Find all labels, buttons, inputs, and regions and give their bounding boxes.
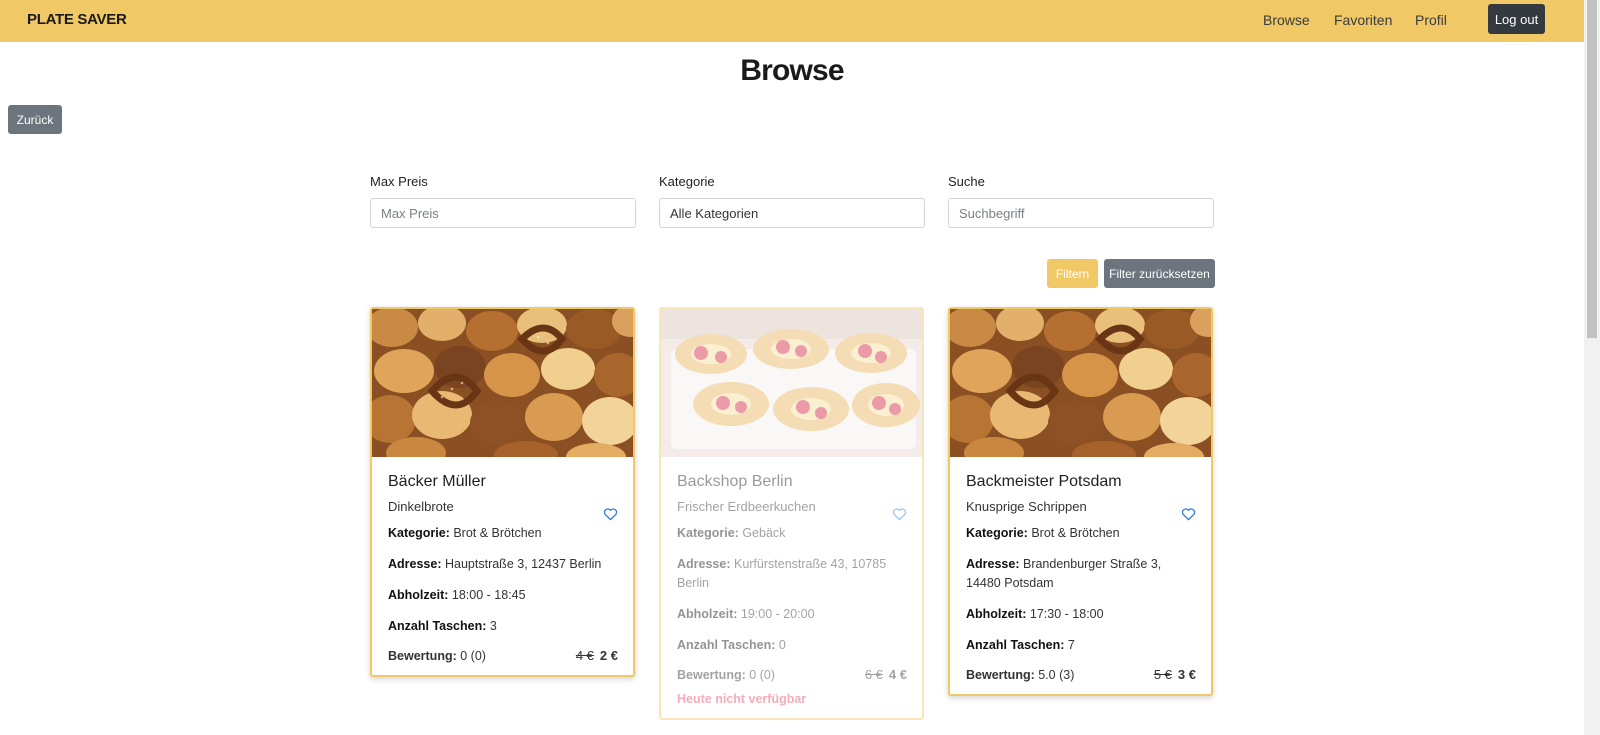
card-subtitle: Dinkelbrote (388, 499, 454, 514)
rating-value: 0 (0) (749, 667, 775, 682)
heart-icon[interactable] (1181, 507, 1196, 521)
bags-value: 0 (778, 638, 786, 652)
pickup-value: 19:00 - 20:00 (740, 607, 815, 621)
bread-assortment-image (372, 309, 633, 457)
card-title: Backshop Berlin (677, 473, 793, 490)
category-field-label: Kategorie: (966, 526, 1028, 540)
card-subtitle: Frischer Erdbeerkuchen (677, 499, 816, 514)
offer-card[interactable]: Backmeister Potsdam Knusprige Schrippen … (948, 307, 1213, 696)
max-price-input[interactable]: Max Preis (370, 198, 636, 228)
card-category: Kategorie: Brot & Brötchen (966, 524, 1196, 543)
page-title: Browse (740, 54, 844, 87)
nav-link-favoriten[interactable]: Favoriten (1334, 12, 1392, 28)
address-value: Hauptstraße 3, 12437 Berlin (444, 557, 602, 571)
bags-value: 7 (1067, 638, 1075, 652)
old-price: 6 € (864, 667, 883, 682)
nav-link-profil[interactable]: Profil (1415, 12, 1447, 28)
price: 5 € 3 € (1154, 667, 1196, 682)
bags-value: 3 (489, 619, 497, 633)
rating-value: 5.0 (3) (1038, 667, 1075, 682)
card-bags: Anzahl Taschen: 3 (388, 617, 618, 636)
strawberry-pastry-image (661, 309, 922, 457)
card-rating-row: Bewertung: 5.0 (3) 5 € 3 € (966, 667, 1196, 682)
category-field-label: Kategorie: (677, 526, 739, 540)
bags-field-label: Anzahl Taschen: (966, 638, 1065, 652)
bags-field-label: Anzahl Taschen: (388, 619, 487, 633)
category-value: Gebäck (742, 526, 786, 540)
search-label: Suche (948, 174, 985, 189)
nav-link-browse[interactable]: Browse (1263, 12, 1310, 28)
heart-icon[interactable] (892, 507, 907, 521)
card-address: Adresse: Kurfürstenstraße 43, 10785 Berl… (677, 555, 907, 593)
card-title: Bäcker Müller (388, 473, 486, 490)
card-rating-row: Bewertung: 0 (0) 6 € 4 € (677, 667, 907, 682)
price: 6 € 4 € (865, 667, 907, 682)
rating-value: 0 (0) (460, 648, 486, 663)
card-address: Adresse: Brandenburger Straße 3, 14480 P… (966, 555, 1196, 593)
category-select[interactable]: Alle Kategorien (659, 198, 925, 228)
card-title: Backmeister Potsdam (966, 473, 1122, 490)
card-pickup: Abholzeit: 17:30 - 18:00 (966, 605, 1196, 624)
pickup-field-label: Abholzeit: (677, 607, 738, 621)
search-input[interactable]: Suchbegriff (948, 198, 1214, 228)
pickup-field-label: Abholzeit: (388, 588, 449, 602)
card-bags: Anzahl Taschen: 0 (677, 636, 907, 655)
card-bags: Anzahl Taschen: 7 (966, 636, 1196, 655)
bags-field-label: Anzahl Taschen: (677, 638, 776, 652)
old-price: 5 € (1153, 667, 1172, 682)
card-address: Adresse: Hauptstraße 3, 12437 Berlin (388, 555, 618, 574)
category-value: Brot & Brötchen (453, 526, 542, 540)
rating-field-label: Bewertung: (388, 648, 457, 663)
category-field-label: Kategorie: (388, 526, 450, 540)
category-label: Kategorie (659, 174, 715, 189)
offer-card[interactable]: Bäcker Müller Dinkelbrote Kategorie: Bro… (370, 307, 635, 677)
new-price: 2 € (599, 648, 618, 663)
scrollbar-thumb[interactable] (1587, 0, 1597, 338)
new-price: 3 € (1177, 667, 1196, 682)
rating-field-label: Bewertung: (966, 667, 1035, 682)
address-field-label: Adresse: (677, 557, 731, 571)
navbar: PLATE SAVER Browse Favoriten Profil Log … (0, 0, 1584, 42)
new-price: 4 € (888, 667, 907, 682)
unavailable-notice: Heute nicht verfügbar (677, 692, 807, 706)
pickup-value: 17:30 - 18:00 (1029, 607, 1104, 621)
address-field-label: Adresse: (966, 557, 1020, 571)
price: 4 € 2 € (576, 648, 618, 663)
old-price: 4 € (575, 648, 594, 663)
brand-logo[interactable]: PLATE SAVER (27, 11, 127, 28)
card-category: Kategorie: Gebäck (677, 524, 907, 543)
logout-button[interactable]: Log out (1488, 4, 1545, 34)
card-rating-row: Bewertung: 0 (0) 4 € 2 € (388, 648, 618, 663)
rating-field-label: Bewertung: (677, 667, 746, 682)
category-value: Brot & Brötchen (1031, 526, 1120, 540)
card-pickup: Abholzeit: 18:00 - 18:45 (388, 586, 618, 605)
pickup-value: 18:00 - 18:45 (451, 588, 526, 602)
heart-icon[interactable] (603, 507, 618, 521)
back-button[interactable]: Zurück (8, 105, 62, 134)
bread-assortment-image (950, 309, 1211, 457)
card-category: Kategorie: Brot & Brötchen (388, 524, 618, 543)
offer-card[interactable]: Backshop Berlin Frischer Erdbeerkuchen K… (659, 307, 924, 720)
pickup-field-label: Abholzeit: (966, 607, 1027, 621)
max-price-label: Max Preis (370, 174, 428, 189)
card-pickup: Abholzeit: 19:00 - 20:00 (677, 605, 907, 624)
reset-filter-button[interactable]: Filter zurücksetzen (1104, 259, 1215, 288)
card-subtitle: Knusprige Schrippen (966, 499, 1087, 514)
address-field-label: Adresse: (388, 557, 442, 571)
filter-button[interactable]: Filtern (1047, 259, 1098, 288)
